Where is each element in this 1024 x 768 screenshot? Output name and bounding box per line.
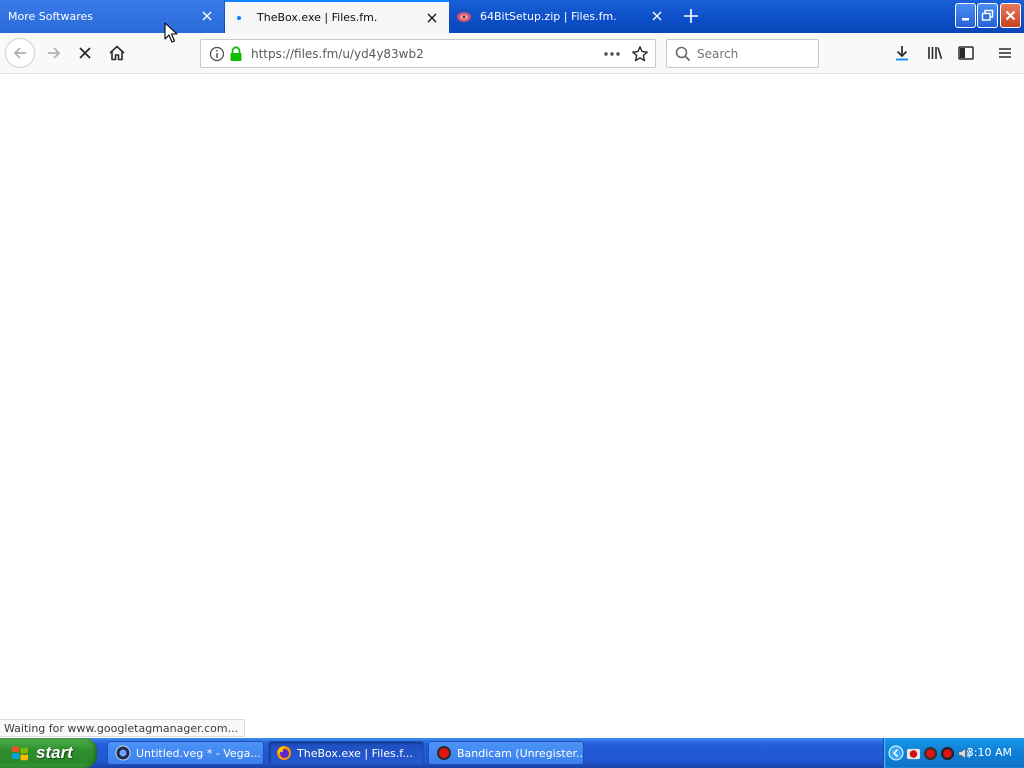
loading-indicator-icon bbox=[231, 10, 247, 26]
navigation-toolbar: https://files.fm/u/yd4y83wb2 bbox=[0, 33, 1024, 74]
search-icon bbox=[675, 46, 691, 62]
stop-loading-button[interactable] bbox=[71, 39, 99, 67]
close-icon bbox=[1005, 10, 1016, 21]
windows-logo-icon bbox=[12, 746, 28, 761]
taskbar: start Untitled.veg * - Vega... TheBox.ex… bbox=[0, 738, 1024, 768]
library-button[interactable] bbox=[921, 39, 949, 67]
close-icon[interactable] bbox=[200, 9, 214, 23]
hamburger-menu-icon bbox=[999, 48, 1011, 58]
taskbar-item-bandicam[interactable]: Bandicam (Unregister... bbox=[428, 741, 584, 765]
arrow-left-icon bbox=[13, 47, 26, 59]
tab-title: More Softwares bbox=[8, 10, 93, 23]
tab-thebox-exe[interactable]: TheBox.exe | Files.fm. bbox=[225, 0, 449, 33]
back-button[interactable] bbox=[5, 38, 35, 68]
tab-strip: More Softwares TheBox.exe | Files.fm. 64… bbox=[0, 0, 1024, 33]
url-text[interactable]: https://files.fm/u/yd4y83wb2 bbox=[251, 47, 424, 61]
close-icon[interactable] bbox=[650, 9, 664, 23]
taskbar-clock[interactable]: 3:10 AM bbox=[967, 746, 1012, 759]
start-label: start bbox=[36, 743, 73, 762]
status-panel: Waiting for www.googletagmanager.com... bbox=[0, 719, 246, 737]
minimize-icon bbox=[961, 17, 969, 20]
bookmark-star-icon[interactable] bbox=[631, 45, 649, 63]
plus-icon bbox=[684, 9, 698, 23]
desktop-screen: More Softwares TheBox.exe | Files.fm. 64… bbox=[0, 0, 1024, 768]
page-actions-icon[interactable] bbox=[603, 46, 621, 62]
library-icon bbox=[928, 47, 943, 60]
page-content-area: Waiting for www.googletagmanager.com... bbox=[0, 75, 1024, 738]
bandicam-tray-icon[interactable] bbox=[906, 746, 921, 761]
start-button[interactable]: start bbox=[0, 738, 97, 768]
bandicam-icon bbox=[437, 746, 451, 760]
taskbar-item-firefox[interactable]: TheBox.exe | Files.f... bbox=[268, 741, 424, 765]
forward-button[interactable] bbox=[40, 39, 68, 67]
restore-button[interactable] bbox=[977, 3, 998, 28]
info-icon[interactable] bbox=[209, 46, 225, 62]
home-icon bbox=[109, 45, 125, 61]
menu-button[interactable] bbox=[991, 39, 1019, 67]
downloads-button[interactable] bbox=[888, 39, 916, 67]
sidebar-toggle-button[interactable] bbox=[952, 39, 980, 67]
vegas-icon bbox=[115, 745, 131, 761]
record-tray-icon[interactable] bbox=[923, 746, 938, 761]
taskbar-item-label: Untitled.veg * - Vega... bbox=[136, 746, 261, 760]
firefox-icon bbox=[277, 746, 291, 760]
close-icon[interactable] bbox=[425, 11, 439, 25]
tab-more-softwares[interactable]: More Softwares bbox=[0, 0, 224, 33]
tab-64bitsetup-zip[interactable]: 64BitSetup.zip | Files.fm. bbox=[450, 0, 674, 33]
arrow-right-icon bbox=[48, 47, 61, 59]
search-input[interactable] bbox=[697, 46, 807, 61]
mouse-pointer-icon bbox=[164, 22, 178, 43]
address-bar[interactable]: https://files.fm/u/yd4y83wb2 bbox=[200, 39, 656, 68]
taskbar-item-label: TheBox.exe | Files.f... bbox=[297, 746, 413, 760]
minimize-button[interactable] bbox=[955, 3, 976, 28]
window-close-button[interactable] bbox=[1000, 3, 1021, 28]
restore-icon bbox=[981, 9, 994, 21]
taskbar-item-label: Bandicam (Unregister... bbox=[457, 746, 583, 760]
search-bar[interactable] bbox=[666, 39, 819, 68]
home-button[interactable] bbox=[103, 39, 131, 67]
media-tray-icon[interactable] bbox=[940, 746, 955, 761]
new-tab-button[interactable] bbox=[678, 4, 704, 28]
sidebar-icon bbox=[958, 46, 974, 60]
taskbar-item-vegas[interactable]: Untitled.veg * - Vega... bbox=[107, 741, 264, 765]
lock-icon[interactable] bbox=[229, 45, 243, 62]
show-hidden-icons-chevron-icon[interactable] bbox=[888, 745, 904, 761]
download-arrow-icon bbox=[896, 46, 908, 61]
files-fm-favicon-icon bbox=[456, 9, 472, 25]
tab-title: TheBox.exe | Files.fm. bbox=[257, 11, 378, 24]
stop-icon bbox=[79, 47, 91, 59]
tab-title: 64BitSetup.zip | Files.fm. bbox=[480, 10, 617, 23]
system-tray: 3:10 AM bbox=[883, 738, 1024, 768]
